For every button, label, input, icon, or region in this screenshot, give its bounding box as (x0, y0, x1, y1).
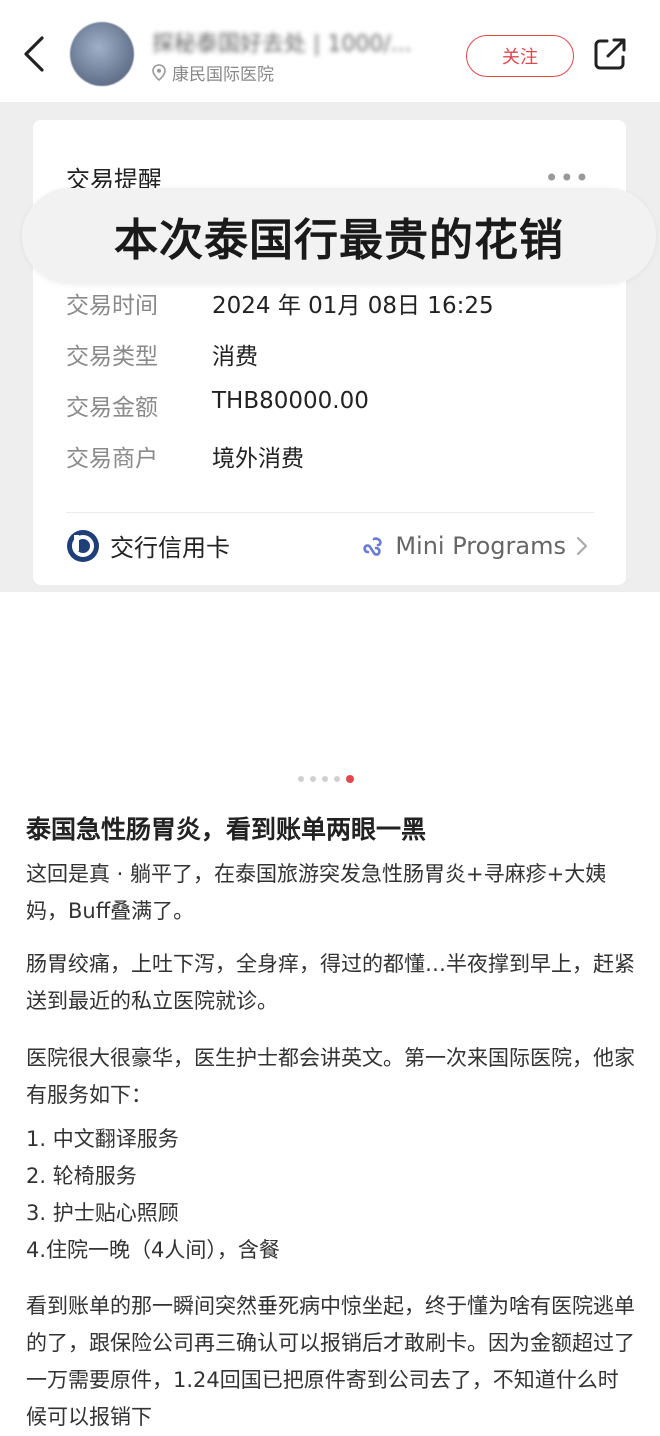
bank-logo-icon (67, 529, 99, 562)
row-key: 交易商户 (66, 446, 158, 472)
author-name[interactable]: 探秘泰国好去处 | 1000/... (152, 26, 442, 56)
post-paragraph: 这回是真 · 躺平了，在泰国旅游突发急性肠胃炎+寻麻疹+大姨妈，Buff叠满了。 (26, 862, 607, 923)
post-image[interactable]: 交易提醒 ••• 交易时间 2024 年 01月 08日 16:25 交易类型 … (0, 102, 660, 592)
carousel-dot (322, 776, 328, 782)
location-label: 康民国际医院 (172, 65, 274, 85)
row-key: 交易金额 (66, 395, 158, 421)
row-key: 交易类型 (66, 344, 158, 370)
mini-programs-icon (363, 537, 383, 556)
post-paragraph: 医院很大很豪华，医生护士都会讲英文。第一次来国际医院，他家有服务如下： (26, 1046, 635, 1107)
post-paragraph: 肠胃绞痛，上吐下泻，全身痒，得过的都懂…半夜撑到早上，赶紧送到最近的私立医院就诊… (26, 952, 635, 1013)
row-key: 交易时间 (66, 293, 158, 319)
author-avatar[interactable] (70, 22, 134, 86)
bank-label: 交行信用卡 (66, 528, 230, 563)
follow-button[interactable]: 关注 (466, 35, 574, 77)
post-title: 泰国急性肠胃炎，看到账单两眼一黑 (26, 815, 427, 844)
row-value: 消费 (212, 344, 258, 370)
chevron-right-icon (576, 536, 588, 556)
transaction-amount-row: 交易金额 THB80000.00 (66, 388, 369, 422)
carousel-indicator (298, 775, 354, 783)
carousel-dot (334, 776, 340, 782)
row-value: 境外消费 (212, 446, 304, 472)
post-list: 1. 中文翻译服务 2. 轮椅服务 3. 护士贴心照顾 4.住院一晚（4人间），… (26, 1127, 280, 1262)
caption-banner: 本次泰国行最贵的花销 (22, 188, 656, 284)
location-tag[interactable]: 康民国际医院 (152, 60, 274, 85)
transaction-time-row: 交易时间 2024 年 01月 08日 16:25 (66, 286, 494, 320)
transaction-type-row: 交易类型 消费 (66, 337, 258, 371)
location-pin-icon (152, 64, 166, 81)
share-icon[interactable] (592, 36, 628, 72)
bank-name: 交行信用卡 (110, 534, 230, 562)
mini-programs-link: Mini Programs (361, 532, 590, 560)
row-value: THB80000.00 (212, 388, 369, 414)
row-value: 2024 年 01月 08日 16:25 (212, 293, 494, 319)
mini-programs-label: Mini Programs (395, 532, 566, 560)
carousel-dot (310, 776, 316, 782)
post-header: 探秘泰国好去处 | 1000/... 康民国际医院 关注 (0, 0, 660, 102)
post-paragraph: 看到账单的那一瞬间突然垂死病中惊坐起，终于懂为啥有医院逃单的了，跟保险公司再三确… (26, 1294, 635, 1429)
card-divider (66, 512, 594, 513)
carousel-dot-active (346, 775, 354, 783)
transaction-merchant-row: 交易商户 境外消费 (66, 439, 304, 473)
back-arrow-icon[interactable] (20, 34, 50, 74)
carousel-dot (298, 776, 304, 782)
